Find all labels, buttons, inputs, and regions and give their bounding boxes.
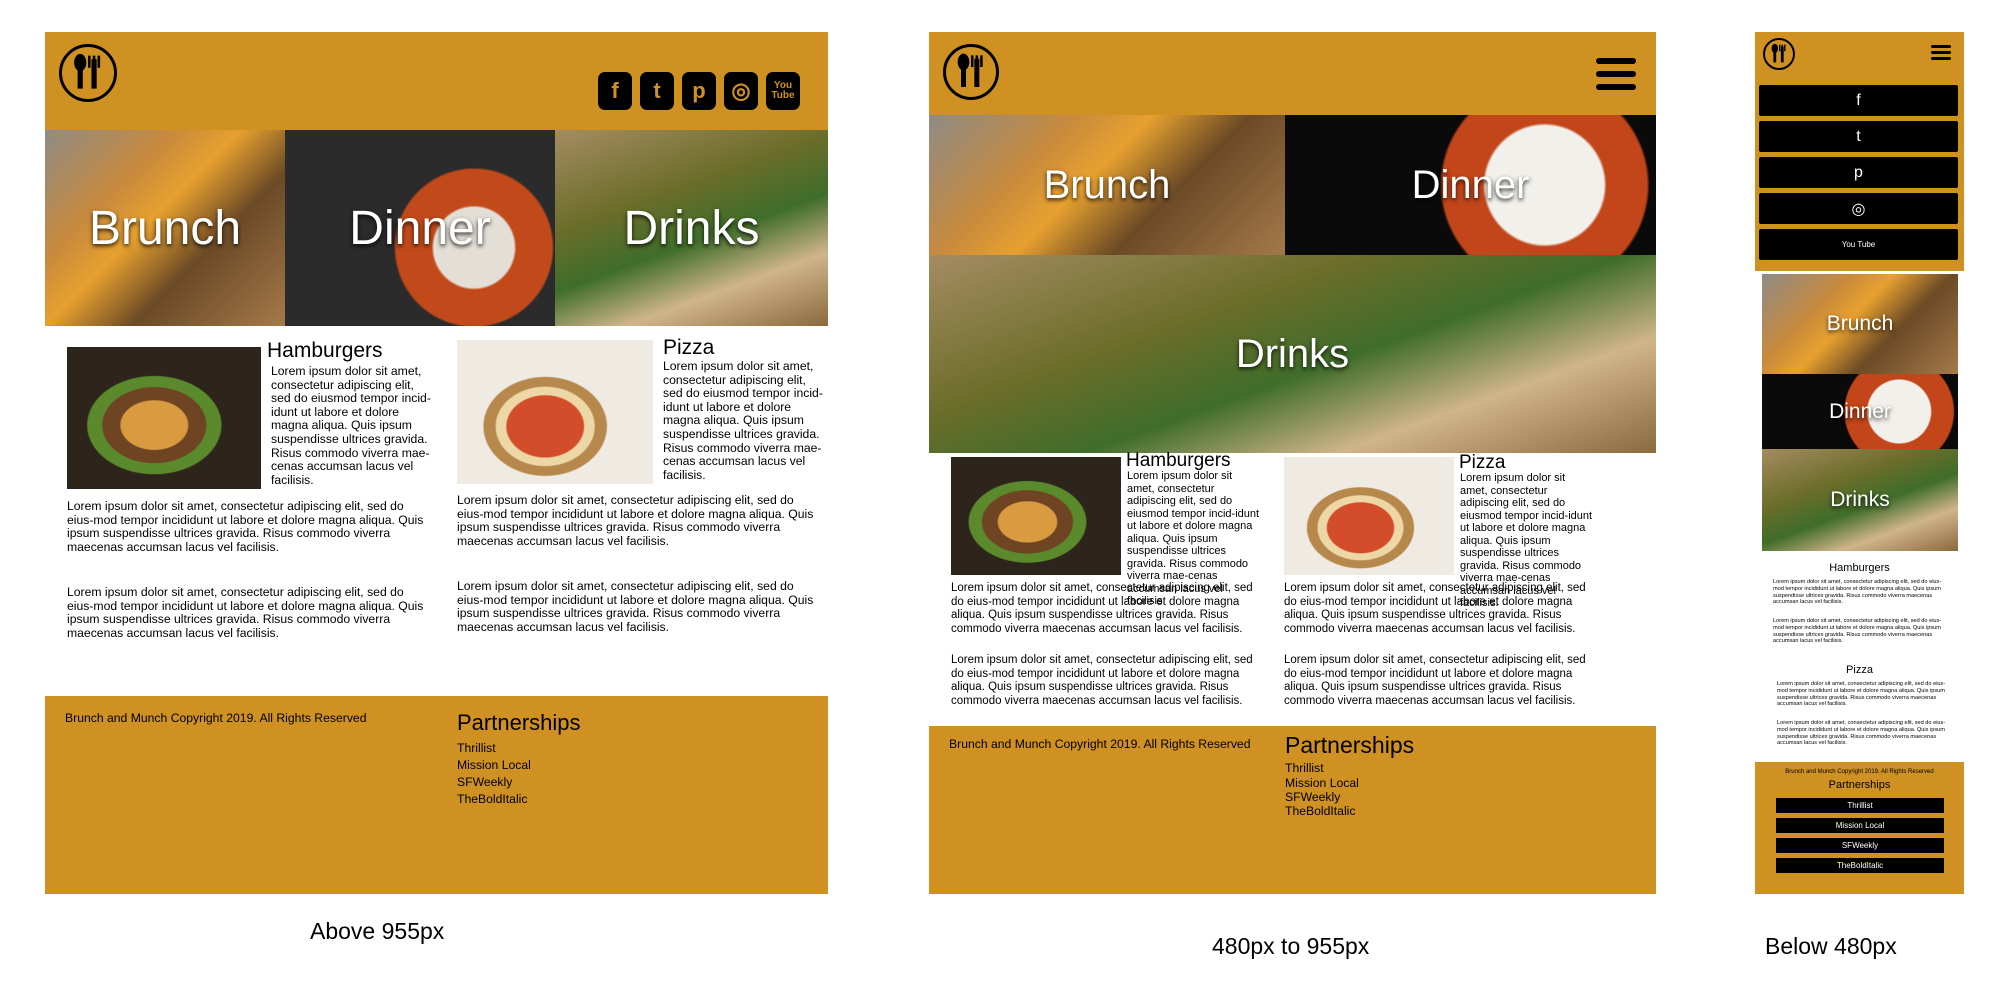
hamburger-menu-icon[interactable] <box>1931 45 1951 60</box>
partner-link[interactable]: TheBoldItalic <box>1776 858 1944 873</box>
category-tile-dinner[interactable]: Dinner <box>1285 115 1656 255</box>
social-links: f t p ◎ You Tube <box>598 72 800 110</box>
pizza-image <box>1284 457 1454 575</box>
category-tile-drinks[interactable]: Drinks <box>1762 449 1958 551</box>
category-label: Brunch <box>1826 312 1894 335</box>
partner-link[interactable]: SFWeekly <box>457 775 512 790</box>
category-label: Dinner <box>1411 162 1530 207</box>
article-paragraph: Lorem ipsum dolor sit amet, consectetur … <box>1284 582 1586 635</box>
category-label: Brunch <box>88 201 242 255</box>
article-paragraph: Lorem ipsum dolor sit amet, consectetur … <box>1773 618 1942 645</box>
article-paragraph: Lorem ipsum dolor sit amet, consectetur … <box>1777 681 1946 708</box>
fork-spoon-logo-icon[interactable] <box>943 44 999 100</box>
article-title: Hamburgers <box>1126 450 1231 471</box>
caption-small: Below 480px <box>1765 933 1897 959</box>
facebook-icon[interactable]: f <box>1759 85 1958 116</box>
category-label: Drinks <box>1830 488 1890 511</box>
youtube-icon[interactable]: You Tube <box>1759 229 1958 260</box>
partner-link[interactable]: Thrillist <box>457 741 496 756</box>
desktop-mockup: f t p ◎ You Tube Brunch Dinner Drinks Ha… <box>45 32 828 894</box>
instagram-icon[interactable]: ◎ <box>1759 193 1958 224</box>
article-title: Pizza <box>1459 452 1506 473</box>
site-footer: Brunch and Munch Copyright 2019. All Rig… <box>929 726 1656 894</box>
caption-medium: 480px to 955px <box>1212 933 1370 959</box>
facebook-icon[interactable]: f <box>598 72 632 110</box>
article-paragraph: Lorem ipsum dolor sit amet, consectetur … <box>951 654 1253 707</box>
youtube-icon[interactable]: You Tube <box>766 72 800 110</box>
article-paragraph: Lorem ipsum dolor sit amet, consectetur … <box>1773 579 1942 606</box>
partner-link[interactable]: SFWeekly <box>1776 838 1944 853</box>
partner-link[interactable]: SFWeekly <box>1285 790 1340 805</box>
article-title: Hamburgers <box>1829 562 1890 574</box>
category-tile-brunch[interactable]: Brunch <box>1762 274 1958 374</box>
site-footer: Brunch and Munch Copyright 2019. All Rig… <box>1755 762 1964 894</box>
site-header: f t p ◎ You Tube <box>45 32 828 130</box>
category-label: Dinner <box>349 201 491 255</box>
partnerships-title: Partnerships <box>1828 779 1891 791</box>
site-header <box>929 32 1656 115</box>
fork-spoon-logo-icon[interactable] <box>1763 38 1795 70</box>
article-title: Pizza <box>663 336 715 359</box>
partner-link[interactable]: TheBoldItalic <box>457 792 527 807</box>
article-title: Hamburgers <box>267 339 383 362</box>
category-tile-drinks[interactable]: Drinks <box>555 130 828 326</box>
article-paragraph: Lorem ipsum dolor sit amet, consectetur … <box>1777 720 1946 747</box>
twitter-icon[interactable]: t <box>1759 121 1958 152</box>
category-tile-drinks[interactable]: Drinks <box>929 255 1656 453</box>
pizza-image <box>457 340 653 484</box>
article-paragraph: Lorem ipsum dolor sit amet, consectetur … <box>457 579 814 634</box>
partner-link[interactable]: Mission Local <box>1776 818 1944 833</box>
category-label: Drinks <box>623 201 760 255</box>
partner-link[interactable]: TheBoldItalic <box>1285 804 1355 819</box>
category-tile-dinner[interactable]: Dinner <box>1762 374 1958 449</box>
copyright-text: Brunch and Munch Copyright 2019. All Rig… <box>949 737 1251 751</box>
article-intro: Lorem ipsum dolor sit amet, consectetur … <box>271 364 431 487</box>
article-intro: Lorem ipsum dolor sit amet, consectetur … <box>663 359 823 482</box>
pinterest-icon[interactable]: p <box>682 72 716 110</box>
partnerships-title: Partnerships <box>1285 732 1415 758</box>
partner-link[interactable]: Thrillist <box>1776 798 1944 813</box>
article-title: Pizza <box>1846 664 1873 676</box>
category-label: Brunch <box>1043 162 1171 207</box>
partner-link[interactable]: Mission Local <box>1285 776 1359 791</box>
partner-link[interactable]: Thrillist <box>1285 761 1324 776</box>
hamburger-image <box>67 347 261 489</box>
fork-spoon-logo-icon[interactable] <box>59 44 117 102</box>
site-header: f t p ◎ You Tube <box>1755 32 1964 271</box>
category-tile-brunch[interactable]: Brunch <box>929 115 1285 255</box>
tablet-mockup: Brunch Dinner Drinks Hamburgers Lorem ip… <box>929 32 1656 894</box>
twitter-icon[interactable]: t <box>640 72 674 110</box>
hamburger-menu-icon[interactable] <box>1596 58 1636 90</box>
category-label: Dinner <box>1829 399 1891 423</box>
article-paragraph: Lorem ipsum dolor sit amet, consectetur … <box>951 582 1253 635</box>
article-paragraph: Lorem ipsum dolor sit amet, consectetur … <box>67 585 424 640</box>
category-tile-dinner[interactable]: Dinner <box>285 130 555 326</box>
mobile-mockup: f t p ◎ You Tube Brunch Dinner Drinks Ha… <box>1755 32 1964 894</box>
article-paragraph: Lorem ipsum dolor sit amet, consectetur … <box>1284 654 1586 707</box>
instagram-icon[interactable]: ◎ <box>724 72 758 110</box>
copyright-text: Brunch and Munch Copyright 2019. All Rig… <box>65 711 367 725</box>
article-paragraph: Lorem ipsum dolor sit amet, consectetur … <box>67 499 424 554</box>
partner-link[interactable]: Mission Local <box>457 758 531 773</box>
caption-large: Above 955px <box>310 918 445 944</box>
copyright-text: Brunch and Munch Copyright 2019. All Rig… <box>1785 769 1934 775</box>
pinterest-icon[interactable]: p <box>1759 157 1958 188</box>
article-paragraph: Lorem ipsum dolor sit amet, consectetur … <box>457 493 814 548</box>
site-footer: Brunch and Munch Copyright 2019. All Rig… <box>45 696 828 894</box>
category-tile-brunch[interactable]: Brunch <box>45 130 285 326</box>
partnerships-title: Partnerships <box>457 710 581 735</box>
hamburger-image <box>951 457 1121 575</box>
category-label: Drinks <box>1235 331 1350 376</box>
